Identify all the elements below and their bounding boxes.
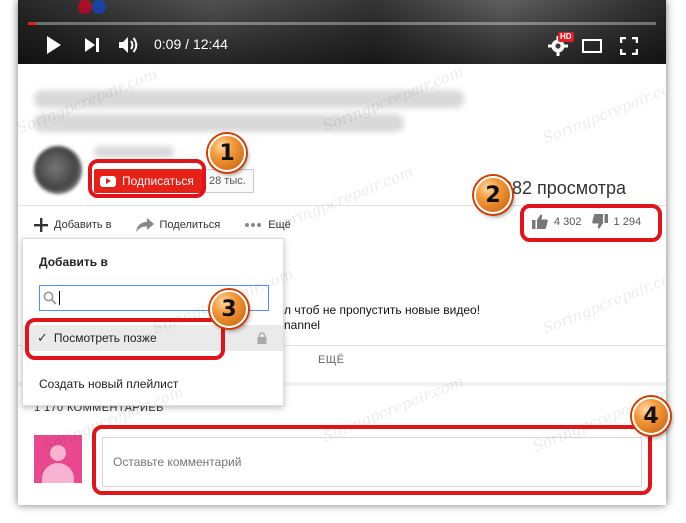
video-player[interactable]: 0:09 / 12:44 HD bbox=[18, 0, 666, 64]
dropdown-title: Добавить в bbox=[39, 255, 108, 269]
blurred-title-line-2 bbox=[34, 114, 404, 132]
avatar-head bbox=[50, 445, 66, 461]
fullscreen-icon[interactable] bbox=[620, 37, 638, 55]
hd-badge: HD bbox=[558, 32, 574, 42]
share-label: Поделиться bbox=[159, 219, 221, 231]
more-dots-icon bbox=[245, 223, 262, 227]
volume-icon[interactable] bbox=[118, 35, 140, 55]
time-separator: / bbox=[181, 36, 193, 52]
action-bar: Добавить в Поделиться Ещё bbox=[34, 214, 315, 236]
theater-mode-icon[interactable] bbox=[582, 39, 602, 53]
highlight-likes bbox=[520, 204, 662, 242]
avatar-body bbox=[42, 463, 74, 483]
next-icon[interactable] bbox=[84, 37, 100, 53]
progress-bar[interactable] bbox=[28, 22, 656, 25]
more-actions-button[interactable]: Ещё bbox=[244, 219, 291, 231]
progress-fill bbox=[28, 22, 36, 25]
highlight-comment-box bbox=[92, 425, 652, 495]
description-line-1: л чтоб не пропустить новые видео! bbox=[284, 303, 481, 317]
lock-icon bbox=[257, 332, 267, 344]
create-playlist-button[interactable]: Создать новый плейлист bbox=[39, 377, 178, 391]
plus-icon bbox=[34, 218, 48, 232]
user-avatar bbox=[34, 435, 82, 483]
play-icon[interactable] bbox=[46, 36, 62, 54]
share-arrow-icon bbox=[135, 218, 154, 232]
add-to-label: Добавить в bbox=[54, 219, 112, 231]
show-more-button[interactable]: ЕЩЁ bbox=[318, 354, 345, 366]
annotation-badge-4: 4 bbox=[632, 397, 670, 435]
view-count: 282 просмотра bbox=[502, 178, 627, 198]
time-total: 12:44 bbox=[192, 36, 228, 52]
highlight-watch-later bbox=[25, 318, 225, 360]
search-icon bbox=[43, 291, 57, 305]
time-current: 0:09 bbox=[154, 36, 182, 52]
share-button[interactable]: Поделиться bbox=[135, 218, 221, 232]
channel-avatar[interactable] bbox=[34, 146, 82, 194]
text-cursor bbox=[59, 291, 60, 305]
add-to-button[interactable]: Добавить в bbox=[34, 218, 112, 232]
subscriber-count: 28 тыс. bbox=[202, 169, 254, 193]
blurred-channel-name bbox=[94, 146, 174, 158]
highlight-subscribe bbox=[88, 159, 206, 198]
description-line-2: nannel bbox=[284, 318, 321, 332]
annotation-badge-2: 2 bbox=[474, 176, 512, 214]
more-actions-label: Ещё bbox=[268, 219, 291, 231]
blurred-title-line-1 bbox=[34, 90, 464, 108]
annotation-badge-3: 3 bbox=[210, 290, 248, 328]
annotation-badge-1: 1 bbox=[208, 134, 246, 172]
time-display: 0:09 / 12:44 bbox=[154, 36, 228, 52]
